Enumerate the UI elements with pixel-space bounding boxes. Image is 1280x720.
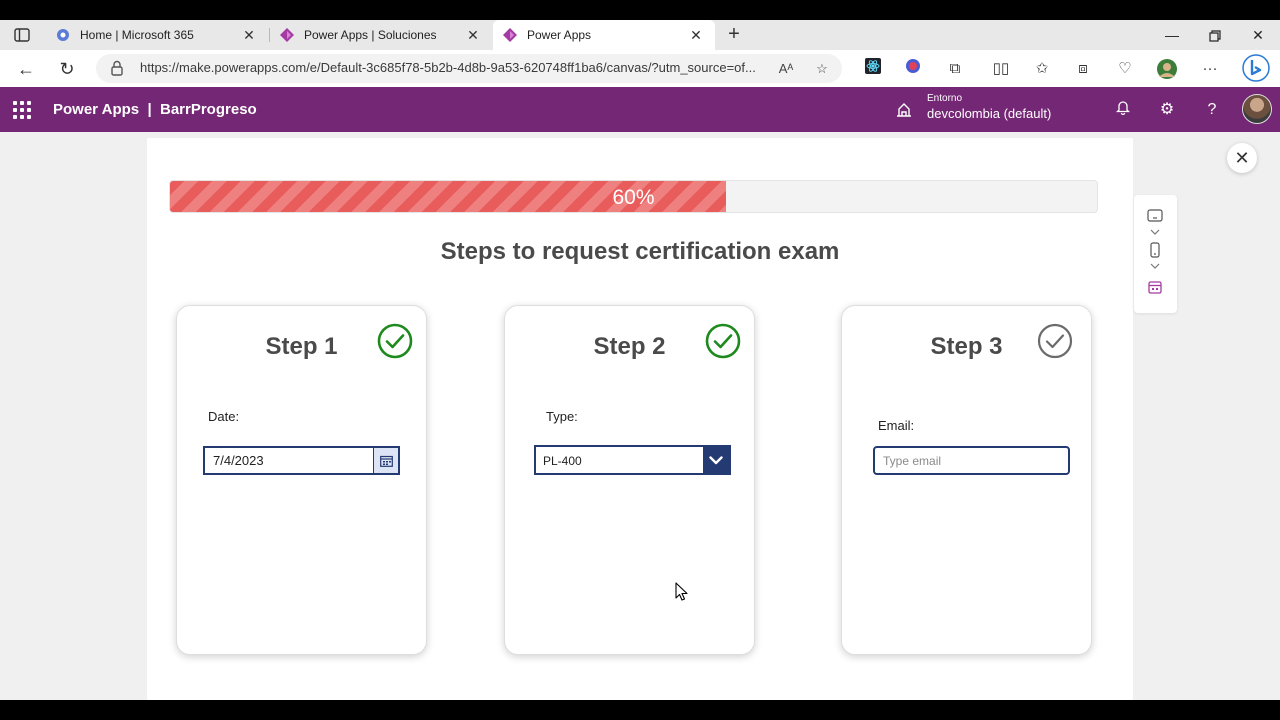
environment-value[interactable]: devcolombia (default)	[927, 106, 1051, 121]
chevron-down-icon[interactable]	[1146, 257, 1164, 275]
check-circle-icon	[377, 323, 413, 359]
performance-icon[interactable]: ♡	[1114, 58, 1136, 80]
calendar-icon[interactable]	[373, 448, 398, 473]
favorite-star-icon[interactable]: ☆	[812, 59, 832, 79]
profile-icon[interactable]	[1156, 58, 1178, 80]
powerapps-icon	[503, 28, 517, 42]
email-label: Email:	[878, 418, 915, 433]
letterbox-top	[0, 0, 1280, 20]
chevron-down-icon[interactable]	[1146, 223, 1164, 241]
microsoft365-icon	[57, 29, 69, 41]
close-preview-button[interactable]: ✕	[1227, 143, 1257, 173]
app-title[interactable]: Power Apps | BarrProgreso	[53, 101, 257, 118]
check-circle-icon	[1037, 323, 1073, 359]
mouse-pointer-icon	[675, 582, 688, 601]
tab-close-icon[interactable]: ✕	[240, 27, 258, 44]
preview-device-panel	[1134, 195, 1177, 313]
favorites-icon[interactable]: ✩	[1031, 58, 1053, 80]
browser-tab-soluciones[interactable]: Power Apps | Soluciones ✕	[270, 20, 492, 50]
bing-copilot-icon[interactable]	[1242, 54, 1270, 82]
step-3-card: Step 3 Email:	[841, 305, 1092, 655]
environment-icon	[897, 103, 911, 117]
date-label: Date:	[208, 409, 240, 424]
environment-label: Entorno	[927, 93, 963, 104]
url-text: https://make.powerapps.com/e/Default-3c6…	[140, 60, 756, 75]
tab-actions-icon[interactable]	[8, 24, 36, 46]
type-label: Type:	[546, 409, 578, 424]
powerapps-header: Power Apps | BarrProgreso Entorno devcol…	[0, 87, 1280, 132]
browser-tab-powerapps[interactable]: Power Apps ✕	[493, 20, 715, 50]
letterbox-bottom	[0, 700, 1280, 720]
type-dropdown[interactable]: PL-400	[534, 445, 731, 475]
step-2-card: Step 2 Type: PL-400	[504, 305, 755, 655]
email-input[interactable]	[875, 448, 1068, 473]
refresh-icon[interactable]: ↻	[54, 56, 80, 82]
extension-record-icon[interactable]	[902, 58, 924, 80]
address-bar[interactable]: https://make.powerapps.com/e/Default-3c6…	[96, 54, 842, 83]
powerapps-icon	[280, 28, 294, 42]
chevron-down-icon[interactable]	[703, 447, 729, 473]
browser-tab-microsoft365[interactable]: Home | Microsoft 365 ✕	[46, 20, 268, 50]
notifications-bell-icon[interactable]	[1112, 99, 1134, 121]
dropdown-selected-value: PL-400	[543, 454, 582, 468]
collections-icon[interactable]: ⧈	[1072, 58, 1094, 80]
screen: Home | Microsoft 365 ✕ Power Apps | Solu…	[0, 0, 1280, 720]
close-icon[interactable]: ✕	[1236, 22, 1280, 48]
page-title: Steps to request certification exam	[440, 238, 840, 265]
restore-icon[interactable]	[1193, 22, 1237, 48]
tab-label: Power Apps	[527, 28, 592, 42]
avatar[interactable]	[1242, 94, 1272, 124]
settings-gear-icon[interactable]: ⚙	[1156, 99, 1178, 121]
extension-react-icon[interactable]	[862, 58, 884, 80]
more-menu-icon[interactable]: ···	[1199, 58, 1221, 80]
read-aloud-icon[interactable]: Aᴬ	[776, 59, 796, 79]
back-arrow-icon[interactable]: ←	[13, 56, 39, 82]
lock-icon	[111, 60, 123, 76]
calendar-icon[interactable]	[1146, 278, 1164, 296]
tab-label: Home | Microsoft 365	[80, 28, 194, 42]
tab-close-icon[interactable]: ✕	[687, 27, 705, 44]
app-launcher-icon[interactable]	[13, 101, 31, 119]
progress-text: 60%	[612, 186, 655, 209]
minimize-icon[interactable]: —	[1150, 22, 1194, 48]
check-circle-icon	[705, 323, 741, 359]
step-1-card: Step 1 Date: 7/4/2023	[176, 305, 427, 655]
extensions-puzzle-icon[interactable]: ⧉	[944, 58, 966, 80]
split-screen-icon[interactable]: ▯▯	[990, 58, 1012, 80]
date-value: 7/4/2023	[213, 453, 264, 468]
browser-tab-strip: Home | Microsoft 365 ✕ Power Apps | Solu…	[0, 20, 1280, 50]
help-icon[interactable]: ?	[1201, 99, 1223, 121]
progress-bar: 60%	[169, 180, 1098, 213]
browser-toolbar: ← ↻ https://make.powerapps.com/e/Default…	[0, 50, 1280, 87]
tab-label: Power Apps | Soluciones	[304, 28, 437, 42]
new-tab-button[interactable]: +	[722, 23, 746, 47]
date-picker[interactable]: 7/4/2023	[203, 446, 400, 475]
email-field[interactable]	[873, 446, 1070, 475]
tab-close-icon[interactable]: ✕	[464, 27, 482, 44]
